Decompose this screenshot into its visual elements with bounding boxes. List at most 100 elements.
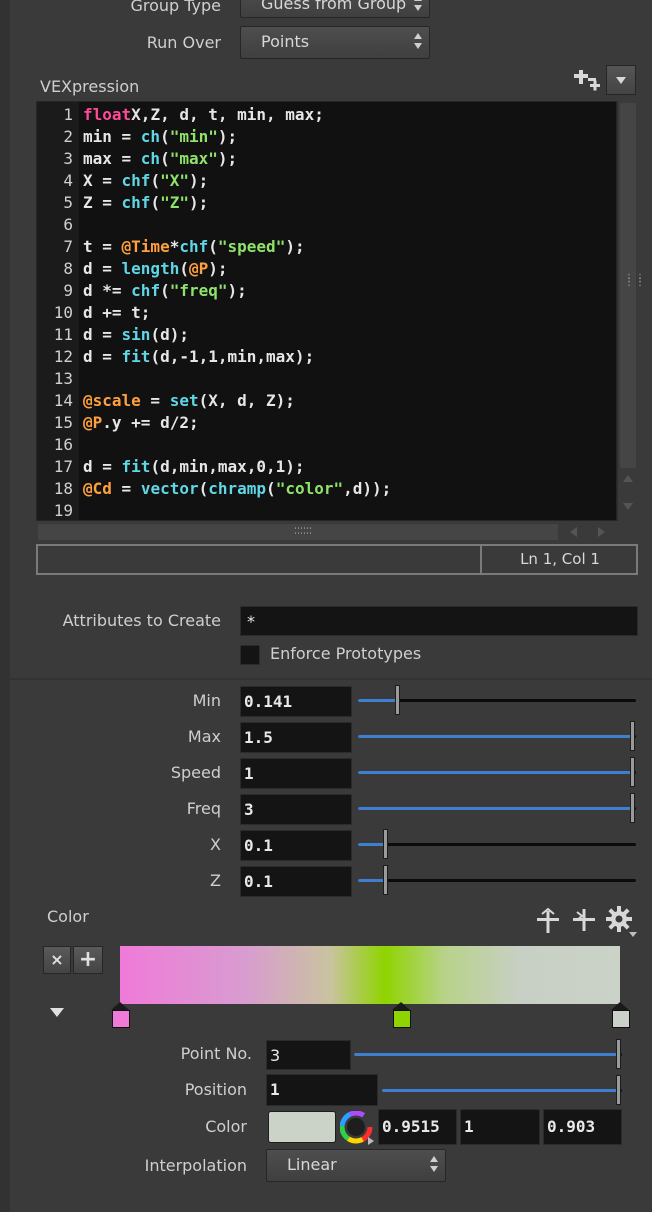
color-ramp-label: Color <box>47 907 89 926</box>
max-slider[interactable] <box>358 721 636 751</box>
slider-handle[interactable] <box>630 757 635 787</box>
freq-label: Freq <box>186 799 221 818</box>
code-token: ); <box>208 259 228 278</box>
plus-icon: + <box>78 947 98 972</box>
code-token: "X" <box>160 171 189 190</box>
slider-handle[interactable] <box>630 721 635 751</box>
enforce-prototypes-checkbox[interactable] <box>240 645 260 665</box>
code-token: ); <box>227 281 247 300</box>
speed-label: Speed <box>170 763 221 782</box>
add-key-button[interactable]: + <box>73 946 103 974</box>
run-over-value: Points <box>261 32 310 51</box>
line-number: 19 <box>53 501 73 520</box>
point-no-input[interactable]: 3 <box>266 1040 351 1070</box>
scroll-right-icon[interactable] <box>598 527 605 537</box>
code-token: X,Z, d, t, min, max; <box>131 105 324 124</box>
line-number: 12 <box>53 347 73 366</box>
slider-handle[interactable] <box>395 685 400 715</box>
ramp-key-marker[interactable] <box>392 1002 412 1028</box>
group-type-dropdown[interactable]: Guess from Group <box>240 0 430 18</box>
ramp-key-marker[interactable] <box>111 1002 130 1028</box>
code-token: set <box>169 391 199 410</box>
slider-handle[interactable] <box>630 793 635 823</box>
min-input[interactable]: 0.141 <box>240 686 352 717</box>
line-number: 4 <box>63 171 73 190</box>
section-divider <box>10 678 652 680</box>
ramp-flip-icon[interactable] <box>534 906 562 934</box>
color-g-input[interactable]: 1 <box>460 1109 540 1145</box>
ramp-reset-icon[interactable] <box>570 906 598 934</box>
editor-horizontal-scrollbar[interactable]: ⋯⋯ ⋯⋯ <box>36 521 617 543</box>
color-r-input[interactable]: 0.9515 <box>378 1109 457 1145</box>
slider-handle[interactable] <box>383 829 388 859</box>
scroll-down-icon[interactable] <box>623 503 633 510</box>
speed-input[interactable]: 1 <box>240 758 352 789</box>
code-text: @scale = set(X, d, Z); <box>83 390 295 412</box>
expand-triangle-icon[interactable] <box>50 1008 64 1017</box>
speed-slider[interactable] <box>358 757 636 787</box>
attributes-input[interactable]: * <box>240 606 638 636</box>
grip-icon[interactable]: ⋮⋮ ⋮⋮ <box>624 274 646 288</box>
line-number: 6 <box>63 215 73 234</box>
line-number: 9 <box>63 281 73 300</box>
code-token: ); <box>285 237 305 256</box>
interpolation-label: Interpolation <box>144 1156 247 1175</box>
line-number: 14 <box>53 391 73 410</box>
z-label: Z <box>210 871 221 890</box>
x-input[interactable]: 0.1 <box>240 830 352 861</box>
max-input[interactable]: 1.5 <box>240 722 352 753</box>
group-type-label: Group Type <box>130 0 221 15</box>
position-input[interactable]: 1 <box>266 1074 378 1106</box>
ramp-key-marker[interactable] <box>611 1002 630 1028</box>
x-slider[interactable] <box>358 829 636 859</box>
code-token: @Time <box>121 237 170 256</box>
color-swatch[interactable] <box>268 1111 336 1143</box>
grip-icon[interactable]: ⋯⋯ ⋯⋯ <box>294 525 312 539</box>
code-token: ( <box>160 281 170 300</box>
color-wheel-icon[interactable] <box>339 1110 376 1145</box>
z-slider[interactable] <box>358 865 636 895</box>
line-number: 2 <box>63 127 73 146</box>
position-slider[interactable] <box>382 1075 622 1105</box>
slider-fill <box>358 879 385 882</box>
line-number: 15 <box>53 413 73 432</box>
gear-icon[interactable] <box>604 904 638 938</box>
code-token: ); <box>188 193 209 212</box>
point-no-slider[interactable] <box>354 1039 622 1069</box>
delete-key-button[interactable]: × <box>43 946 71 974</box>
code-token: (d,min,max,0,1); <box>150 457 305 476</box>
vex-code-editor[interactable]: 1 floatX,Z, d, t, min, max; 2 min = ch("min… <box>36 101 617 521</box>
code-token: ( <box>150 193 161 212</box>
scroll-left-icon[interactable] <box>570 527 577 537</box>
code-token: float <box>83 105 132 124</box>
code-token: ch <box>140 149 161 168</box>
enforce-prototypes-label: Enforce Prototypes <box>270 644 422 663</box>
add-snippet-icon[interactable] <box>570 68 602 96</box>
z-input[interactable]: 0.1 <box>240 866 352 897</box>
snippet-menu-button[interactable] <box>606 65 636 95</box>
code-token: vector <box>140 479 199 498</box>
run-over-dropdown[interactable]: Points <box>240 26 430 59</box>
scroll-up-icon[interactable] <box>623 475 633 482</box>
point-no-label: Point No. <box>180 1044 252 1063</box>
slider-handle[interactable] <box>616 1075 621 1105</box>
editor-vertical-scrollbar[interactable]: ⋮⋮ ⋮⋮ <box>617 101 645 521</box>
min-slider[interactable] <box>358 685 636 715</box>
code-token: min = <box>83 127 141 146</box>
color-ramp-gradient[interactable] <box>120 946 620 1004</box>
slider-fill <box>354 1053 618 1056</box>
code-text: max = ch("max"); <box>83 148 237 170</box>
key-pointer-icon <box>392 1002 411 1010</box>
code-token: "max" <box>169 149 218 168</box>
code-text: d *= chf("freq"); <box>83 280 247 302</box>
color-b-input[interactable]: 0.903 <box>543 1109 622 1145</box>
code-token: d = <box>83 347 122 366</box>
left-strip <box>0 0 10 1212</box>
freq-slider[interactable] <box>358 793 636 823</box>
interpolation-dropdown[interactable]: Linear <box>266 1149 446 1182</box>
slider-handle[interactable] <box>383 865 388 895</box>
chevron-down-icon <box>616 77 626 84</box>
slider-handle[interactable] <box>616 1039 621 1069</box>
x-label: X <box>210 835 221 854</box>
freq-input[interactable]: 3 <box>240 794 352 825</box>
